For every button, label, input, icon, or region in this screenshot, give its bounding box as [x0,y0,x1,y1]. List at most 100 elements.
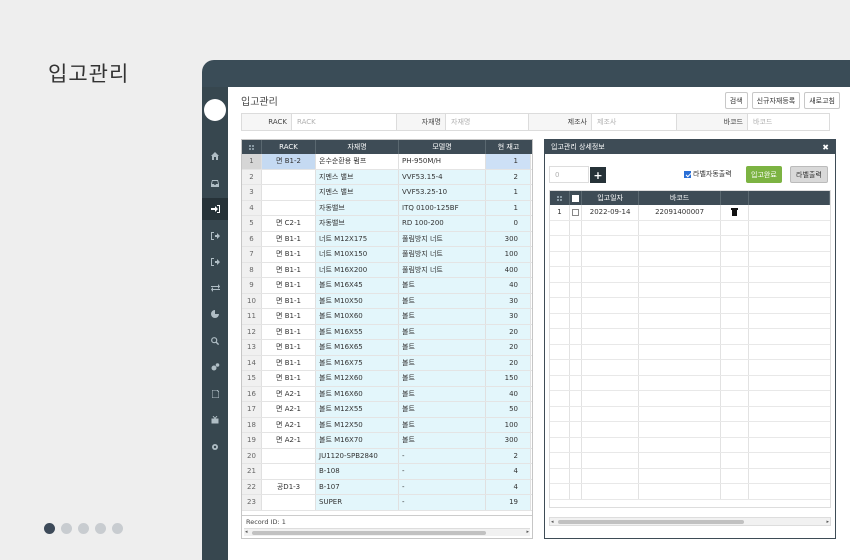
model-cell[interactable]: VVF53.15-4 [399,169,486,184]
close-icon[interactable]: ✖ [822,143,829,152]
row-checkbox-icon[interactable] [571,208,579,216]
table-row[interactable]: 15 면 B1-1 볼트 M12X60 볼트 150 [242,371,532,387]
pager-dot-2[interactable] [61,523,72,534]
table-row[interactable]: 21 B-108-4 [242,464,532,480]
pie-chart-icon[interactable] [202,303,228,325]
stock-cell[interactable]: 1 [486,154,531,169]
name-cell[interactable]: 지멘스 밸브 [316,185,399,200]
stock-cell[interactable]: 30 [486,309,531,324]
rack-cell[interactable]: 면 B1-1 [262,293,316,308]
name-cell[interactable]: 볼트 M16X45 [316,278,399,293]
avatar[interactable] [204,99,226,121]
model-cell[interactable]: 볼트 [399,402,486,417]
row-number[interactable]: 9 [242,278,262,293]
model-cell[interactable]: - [399,448,486,463]
row-number[interactable]: 3 [242,185,262,200]
name-filter-input[interactable] [446,114,529,130]
name-cell[interactable]: B-107 [316,479,399,494]
gift-icon[interactable] [202,409,228,431]
model-cell[interactable]: - [399,479,486,494]
pager-dot-1[interactable] [44,523,55,534]
row-number[interactable]: 13 [242,340,262,355]
table-row[interactable]: 11 면 B1-1 볼트 M10X60 볼트 30 [242,309,532,325]
table-row[interactable]: 5면 C2-1 자동밸브 RD 100-200 0 [242,216,532,232]
pager-dot-3[interactable] [78,523,89,534]
model-cell[interactable]: PH-950M/H [399,154,486,169]
name-cell[interactable]: 너트 M10X150 [316,247,399,262]
table-row[interactable]: 1면 B1-2 온수순환용 펌프 PH-950M/H 1 [242,154,532,170]
rack-cell[interactable]: 면 B1-2 [262,154,316,169]
stock-cell[interactable]: 4 [486,464,531,479]
rack-cell[interactable] [262,448,316,463]
row-number[interactable]: 11 [242,309,262,324]
model-cell[interactable]: VVF53.25-10 [399,185,486,200]
name-cell[interactable]: 자동밸브 [316,216,399,231]
table-row[interactable]: 6면 B1-1 너트 M12X175 풀림방지 너트 300 [242,231,532,247]
rack-cell[interactable]: 면 B1-1 [262,262,316,277]
trash-icon[interactable] [730,208,738,217]
detail-scroll-left-icon[interactable]: ◂ [551,519,554,525]
document-icon[interactable] [202,383,228,405]
stock-cell[interactable]: 4 [486,479,531,494]
stock-cell[interactable]: 150 [486,371,531,386]
model-cell[interactable]: 볼트 [399,324,486,339]
name-cell[interactable]: 온수순환용 펌프 [316,154,399,169]
model-cell[interactable]: ITQ 0100-125BF [399,200,486,215]
row-number[interactable]: 7 [242,247,262,262]
model-cell[interactable]: 볼트 [399,433,486,448]
table-row[interactable]: 12 면 B1-1 볼트 M16X55 볼트 20 [242,324,532,340]
table-row[interactable]: 16 면 A2-1 볼트 M16X60 볼트 40 [242,386,532,402]
rack-cell[interactable]: 면 C2-1 [262,216,316,231]
name-cell[interactable]: B-108 [316,464,399,479]
row-number[interactable]: 23 [242,495,262,510]
stock-column-header[interactable]: 현 재고 [486,140,531,154]
barcode-column-header[interactable]: 바코드 [639,191,721,205]
row-number[interactable]: 14 [242,355,262,370]
model-cell[interactable]: RD 100-200 [399,216,486,231]
model-cell[interactable]: 볼트 [399,386,486,401]
row-number[interactable]: 22 [242,479,262,494]
add-button[interactable]: + [590,167,606,183]
table-row[interactable]: 8면 B1-1 너트 M16X200 풀림방지 너트 400 [242,262,532,278]
row-number[interactable]: 12 [242,324,262,339]
name-cell[interactable]: 볼트 M10X60 [316,309,399,324]
name-cell[interactable]: 자동밸브 [316,200,399,215]
row-number[interactable]: 8 [242,262,262,277]
select-all-checkbox[interactable] [570,191,582,205]
detail-scroll-right-icon[interactable]: ▸ [826,519,829,525]
grid-scroll-thumb[interactable] [252,531,486,535]
name-cell[interactable]: 너트 M16X200 [316,262,399,277]
table-row[interactable]: 9면 B1-1 볼트 M16X45 볼트 40 [242,278,532,294]
stock-cell[interactable]: 100 [486,247,531,262]
model-cell[interactable]: 볼트 [399,278,486,293]
model-cell[interactable]: 볼트 [399,309,486,324]
name-cell[interactable]: 너트 M12X175 [316,231,399,246]
table-row[interactable]: 20 JU1120-SPB2840-2 [242,448,532,464]
name-cell[interactable]: 볼트 M16X65 [316,340,399,355]
sign-in-icon[interactable] [202,198,228,220]
rack-cell[interactable]: 면 B1-1 [262,278,316,293]
row-checkbox[interactable] [570,205,582,220]
model-cell[interactable]: 풀림방지 너트 [399,247,486,262]
rack-cell[interactable] [262,495,316,510]
detail-horizontal-scrollbar[interactable]: ◂ ▸ [549,517,831,526]
pager-dot-5[interactable] [112,523,123,534]
stock-cell[interactable]: 100 [486,417,531,432]
row-number[interactable]: 2 [242,169,262,184]
row-number[interactable]: 20 [242,448,262,463]
stock-cell[interactable]: 300 [486,231,531,246]
rack-cell[interactable]: 면 A2-1 [262,417,316,432]
model-cell[interactable]: 풀림방지 너트 [399,262,486,277]
scroll-left-icon[interactable]: ◂ [245,529,248,535]
rack-filter-input[interactable] [292,114,397,130]
name-cell[interactable]: 볼트 M10X50 [316,293,399,308]
table-row[interactable]: 2 지멘스 밸브 VVF53.15-4 2 [242,169,532,185]
select-all-checkbox-icon[interactable] [571,194,579,202]
table-row[interactable]: 19 면 A2-1 볼트 M16X70 볼트 300 [242,433,532,449]
pager-dot-4[interactable] [95,523,106,534]
new-item-button[interactable]: 신규자재등록 [751,92,801,109]
rack-cell[interactable]: 면 B1-1 [262,340,316,355]
table-row[interactable]: 17 면 A2-1 볼트 M12X55 볼트 50 [242,402,532,418]
stock-cell[interactable]: 30 [486,293,531,308]
table-row[interactable]: 4 자동밸브 ITQ 0100-125BF 1 [242,200,532,216]
